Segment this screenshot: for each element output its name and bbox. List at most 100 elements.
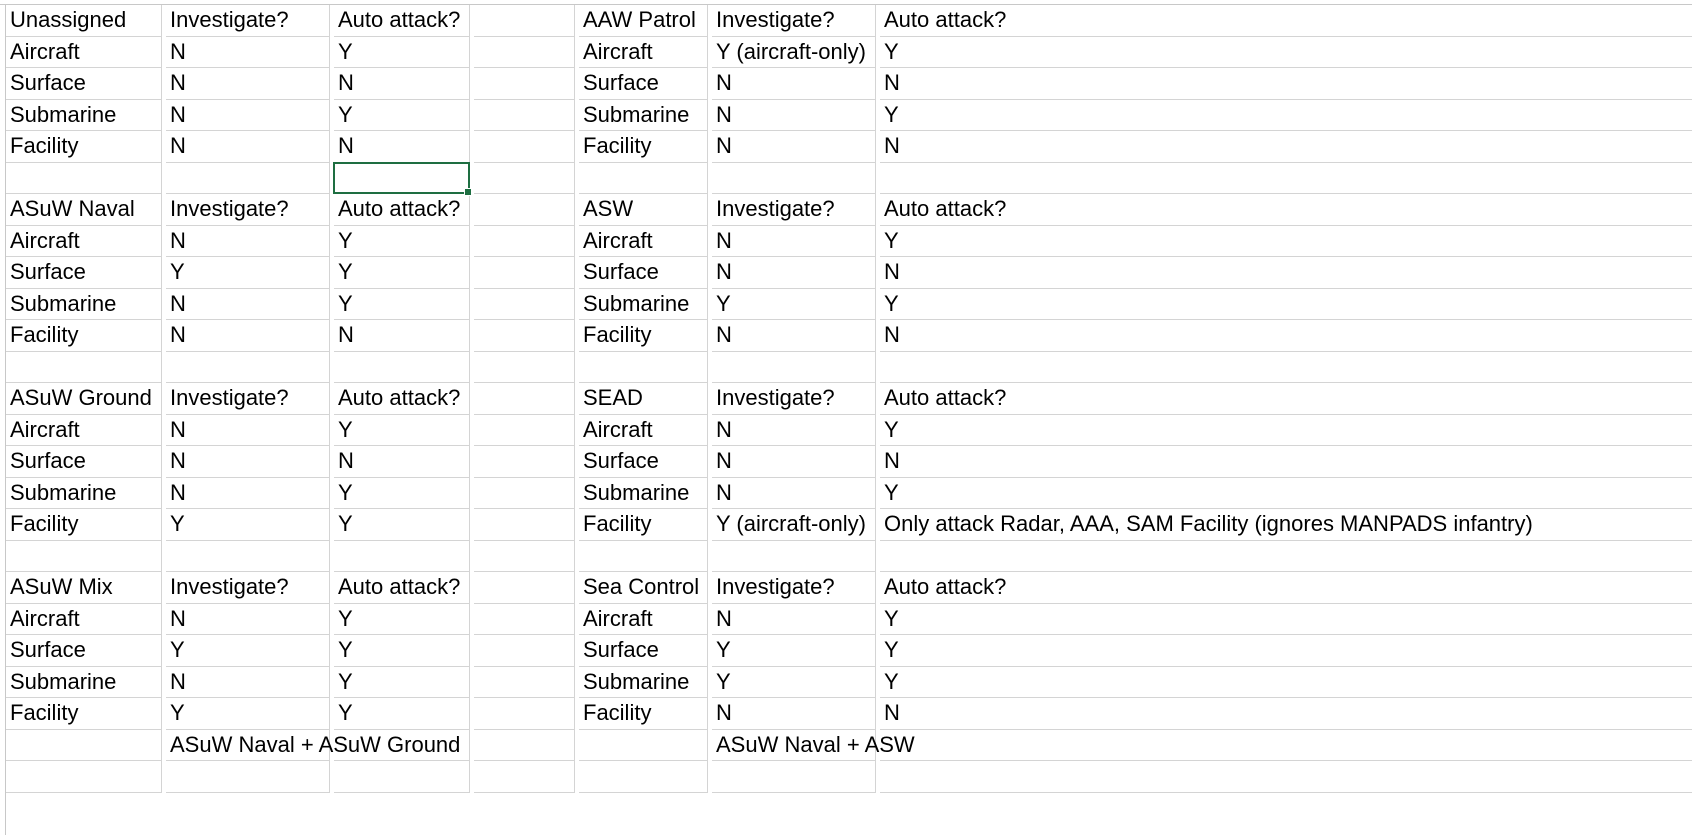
table-cell[interactable]: N xyxy=(712,320,876,352)
table-cell[interactable]: Y xyxy=(880,100,1692,131)
table-cell[interactable]: N xyxy=(712,446,876,478)
table-cell[interactable]: Surface xyxy=(6,257,162,289)
table-cell[interactable] xyxy=(474,572,575,604)
table-cell[interactable]: Y xyxy=(334,99,470,131)
table-cell[interactable] xyxy=(474,5,575,37)
table-cell[interactable]: N xyxy=(712,698,876,730)
table-cell[interactable]: Y xyxy=(712,666,876,698)
table-cell[interactable] xyxy=(334,540,470,572)
table-cell[interactable]: Aircraft xyxy=(6,225,162,257)
table-cell[interactable] xyxy=(166,351,330,383)
table-cell[interactable] xyxy=(474,761,575,793)
table-cell[interactable] xyxy=(334,351,470,383)
table-cell[interactable]: Facility xyxy=(579,698,708,730)
table-cell[interactable] xyxy=(579,162,708,194)
table-cell[interactable] xyxy=(6,761,162,793)
table-cell[interactable] xyxy=(474,351,575,383)
table-cell[interactable] xyxy=(474,68,575,100)
table-cell[interactable]: Facility xyxy=(579,509,708,541)
table-cell[interactable]: N xyxy=(334,131,470,163)
table-cell[interactable]: Investigate? xyxy=(712,572,876,604)
table-cell[interactable]: N xyxy=(334,68,470,100)
table-cell[interactable]: Aircraft xyxy=(579,36,708,68)
table-cell[interactable]: Facility xyxy=(579,320,708,352)
table-cell[interactable]: Auto attack? xyxy=(334,383,470,415)
table-cell[interactable]: Y xyxy=(880,635,1692,667)
table-cell[interactable] xyxy=(474,635,575,667)
table-cell[interactable]: N xyxy=(880,131,1692,163)
table-cell[interactable]: N xyxy=(712,603,876,635)
table-cell[interactable]: Y xyxy=(166,257,330,289)
table-cell[interactable] xyxy=(474,446,575,478)
table-cell[interactable]: Y xyxy=(334,635,470,667)
table-cell[interactable]: N xyxy=(880,446,1692,478)
table-cell[interactable]: ASW xyxy=(579,194,708,226)
table-cell[interactable]: Y xyxy=(880,289,1692,320)
table-cell[interactable] xyxy=(474,698,575,730)
table-cell[interactable] xyxy=(712,162,876,194)
table-cell[interactable] xyxy=(6,162,162,194)
table-cell[interactable] xyxy=(474,477,575,509)
table-cell[interactable]: Investigate? xyxy=(712,383,876,415)
table-cell[interactable]: N xyxy=(166,288,330,320)
table-cell[interactable]: Aircraft xyxy=(6,603,162,635)
table-cell[interactable]: Auto attack? xyxy=(334,572,470,604)
table-cell[interactable]: Facility xyxy=(6,131,162,163)
table-cell[interactable] xyxy=(474,288,575,320)
table-cell[interactable] xyxy=(712,351,876,383)
table-cell[interactable]: Aircraft xyxy=(6,414,162,446)
table-cell[interactable]: Surface xyxy=(579,257,708,289)
table-cell[interactable]: Unassigned xyxy=(6,5,162,37)
table-cell[interactable]: N xyxy=(880,68,1692,100)
table-cell[interactable]: Sea Control xyxy=(579,572,708,604)
table-cell[interactable]: SEAD xyxy=(579,383,708,415)
table-cell[interactable]: Y xyxy=(334,509,470,541)
table-cell[interactable]: N xyxy=(880,320,1692,352)
table-cell[interactable] xyxy=(880,761,1692,793)
table-cell[interactable] xyxy=(880,352,1692,383)
table-cell[interactable]: Auto attack? xyxy=(880,572,1692,604)
table-cell[interactable]: N xyxy=(166,446,330,478)
table-cell[interactable]: Submarine xyxy=(579,666,708,698)
table-cell[interactable]: Y xyxy=(880,226,1692,257)
table-cell[interactable]: ASuW Mix xyxy=(6,572,162,604)
table-cell[interactable] xyxy=(474,225,575,257)
table-cell[interactable] xyxy=(880,163,1692,194)
table-cell[interactable]: Submarine xyxy=(6,99,162,131)
table-cell[interactable]: Aircraft xyxy=(579,225,708,257)
table-cell[interactable]: N xyxy=(166,603,330,635)
spreadsheet-grid[interactable]: Unassigned Investigate? Auto attack? AAW Pa… xyxy=(0,0,1692,835)
table-cell[interactable]: Investigate? xyxy=(166,383,330,415)
table-cell[interactable]: N xyxy=(712,477,876,509)
table-cell[interactable] xyxy=(579,761,708,793)
table-cell[interactable]: Investigate? xyxy=(712,194,876,226)
table-cell[interactable]: N xyxy=(334,320,470,352)
table-cell[interactable]: Y xyxy=(880,478,1692,509)
table-cell[interactable]: Aircraft xyxy=(579,603,708,635)
table-cell[interactable]: Y xyxy=(166,635,330,667)
table-cell[interactable]: Y xyxy=(334,698,470,730)
table-cell[interactable]: N xyxy=(880,257,1692,289)
table-cell[interactable]: Y xyxy=(334,477,470,509)
table-cell[interactable]: Submarine xyxy=(579,99,708,131)
table-cell[interactable]: N xyxy=(166,666,330,698)
table-cell[interactable]: Submarine xyxy=(579,477,708,509)
table-cell[interactable]: Only attack Radar, AAA, SAM Facility (ig… xyxy=(880,509,1692,541)
table-cell[interactable] xyxy=(880,541,1692,572)
table-cell[interactable] xyxy=(166,540,330,572)
table-cell[interactable] xyxy=(474,729,575,761)
table-cell[interactable]: ASuW Naval xyxy=(6,194,162,226)
table-cell[interactable]: N xyxy=(712,131,876,163)
table-cell[interactable]: Y xyxy=(334,225,470,257)
table-cell[interactable]: Y xyxy=(334,666,470,698)
table-cell[interactable] xyxy=(712,540,876,572)
table-cell[interactable]: Y xyxy=(166,698,330,730)
table-cell[interactable]: Y xyxy=(712,635,876,667)
table-cell[interactable]: N xyxy=(712,99,876,131)
table-cell[interactable]: ASuW Naval + ASW xyxy=(712,729,915,761)
table-cell[interactable]: Y xyxy=(334,36,470,68)
table-cell[interactable] xyxy=(474,603,575,635)
table-cell[interactable]: N xyxy=(166,36,330,68)
table-cell[interactable] xyxy=(474,666,575,698)
table-cell[interactable] xyxy=(6,729,162,761)
